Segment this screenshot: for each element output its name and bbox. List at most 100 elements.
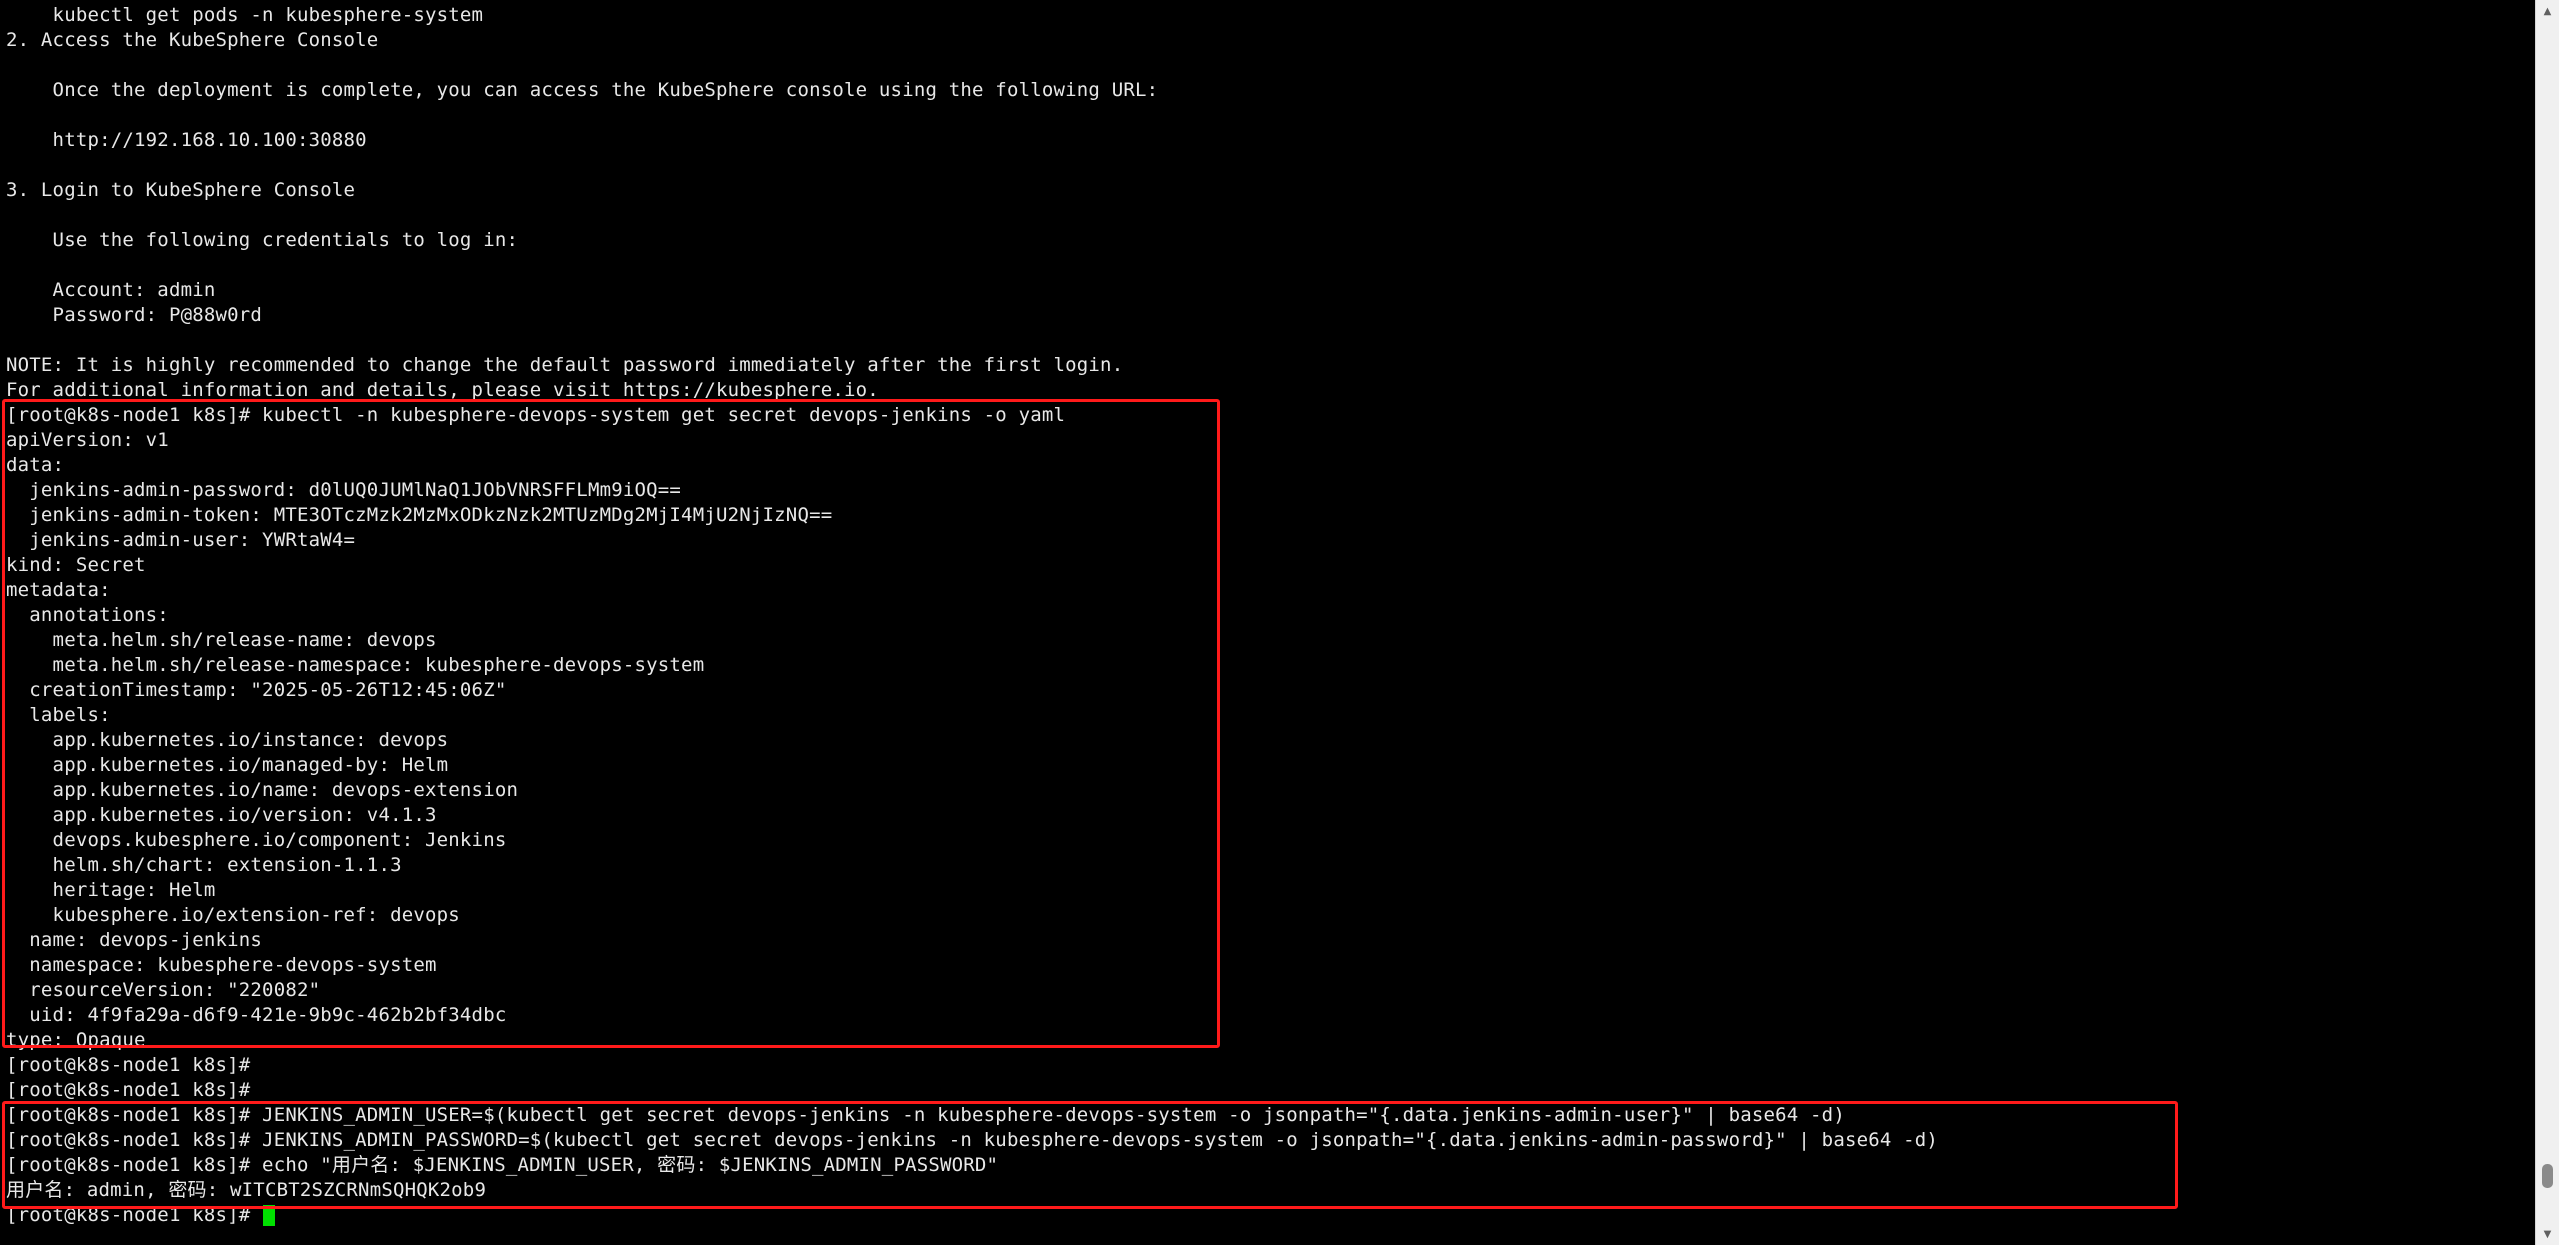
terminal-line: app.kubernetes.io/version: v4.1.3 (6, 803, 1938, 828)
terminal-line-text: jenkins-admin-token: MTE3OTczMzk2MzMxODk… (6, 504, 833, 526)
terminal-line: [root@k8s-node1 k8s]# JENKINS_ADMIN_PASS… (6, 1128, 1938, 1153)
terminal-line-text: kubectl get pods -n kubesphere-system (6, 4, 484, 26)
terminal-line: jenkins-admin-token: MTE3OTczMzk2MzMxODk… (6, 503, 1938, 528)
terminal-line-text: creationTimestamp: "2025-05-26T12:45:06Z… (6, 679, 507, 701)
terminal-line: devops.kubesphere.io/component: Jenkins (6, 828, 1938, 853)
terminal-line-text: meta.helm.sh/release-namespace: kubesphe… (6, 654, 705, 676)
terminal-line: heritage: Helm (6, 878, 1938, 903)
terminal-line: creationTimestamp: "2025-05-26T12:45:06Z… (6, 678, 1938, 703)
terminal-line: metadata: (6, 578, 1938, 603)
terminal-line-text: resourceVersion: "220082" (6, 979, 321, 1001)
terminal-line-text: heritage: Helm (6, 879, 216, 901)
terminal-line-text: apiVersion: v1 (6, 429, 169, 451)
terminal-line: kubectl get pods -n kubesphere-system (6, 3, 1938, 28)
terminal-line: app.kubernetes.io/managed-by: Helm (6, 753, 1938, 778)
terminal-line-text: jenkins-admin-password: d0lUQ0JUMlNaQ1JO… (6, 479, 682, 501)
terminal-line: resourceVersion: "220082" (6, 978, 1938, 1003)
terminal-output: kubectl get pods -n kubesphere-system 2. … (6, 3, 1938, 1228)
terminal-line-text: kind: Secret (6, 554, 146, 576)
terminal-line-text: [root@k8s-node1 k8s]# JENKINS_ADMIN_PASS… (6, 1129, 1939, 1151)
terminal-line: [root@k8s-node1 k8s]# echo "用户名: $JENKIN… (6, 1153, 1938, 1178)
terminal-line: helm.sh/chart: extension-1.1.3 (6, 853, 1938, 878)
terminal-line-text: For additional information and details, … (6, 379, 879, 401)
terminal-line-text: metadata: (6, 579, 111, 601)
terminal-line-text: devops.kubesphere.io/component: Jenkins (6, 829, 507, 851)
terminal-line: kubesphere.io/extension-ref: devops (6, 903, 1938, 928)
terminal-line: jenkins-admin-user: YWRtaW4= (6, 528, 1938, 553)
terminal-line: annotations: (6, 603, 1938, 628)
terminal-line-text: labels: (6, 704, 111, 726)
terminal-line: 3. Login to KubeSphere Console (6, 178, 1938, 203)
terminal-line-text: Use the following credentials to log in: (6, 229, 519, 251)
terminal-line-text: [root@k8s-node1 k8s]# kubectl -n kubesph… (6, 404, 1066, 426)
terminal-line-text: http://192.168.10.100:30880 (6, 129, 367, 151)
terminal-line-text: namespace: kubesphere-devops-system (6, 954, 437, 976)
terminal-window[interactable]: kubectl get pods -n kubesphere-system 2. … (0, 0, 2535, 1245)
text-cursor (263, 1205, 276, 1226)
terminal-line-text: kubesphere.io/extension-ref: devops (6, 904, 460, 926)
terminal-line-text: Password: P@88w0rd (6, 304, 263, 326)
terminal-line: kind: Secret (6, 553, 1938, 578)
terminal-line: 用户名: admin, 密码: wITCBT2SZCRNmSQHQK2ob9 (6, 1178, 1938, 1203)
terminal-line: type: Opaque (6, 1028, 1938, 1053)
terminal-line: Account: admin (6, 278, 1938, 303)
terminal-line: name: devops-jenkins (6, 928, 1938, 953)
terminal-line: [root@k8s-node1 k8s]# (6, 1203, 1938, 1228)
terminal-line: app.kubernetes.io/name: devops-extension (6, 778, 1938, 803)
terminal-line-text: app.kubernetes.io/name: devops-extension (6, 779, 519, 801)
terminal-line-text: app.kubernetes.io/managed-by: Helm (6, 754, 449, 776)
terminal-line-text: 2. Access the KubeSphere Console (6, 29, 379, 51)
terminal-line: data: (6, 453, 1938, 478)
terminal-line: [root@k8s-node1 k8s]# JENKINS_ADMIN_USER… (6, 1103, 1938, 1128)
terminal-line-text: [root@k8s-node1 k8s]# JENKINS_ADMIN_USER… (6, 1104, 1845, 1126)
terminal-line-text: data: (6, 454, 65, 476)
terminal-line: [root@k8s-node1 k8s]# (6, 1078, 1938, 1103)
terminal-line: uid: 4f9fa29a-d6f9-421e-9b9c-462b2bf34db… (6, 1003, 1938, 1028)
terminal-line-text: type: Opaque (6, 1029, 146, 1051)
scrollbar-track[interactable] (2536, 22, 2559, 1223)
scroll-up-arrow-icon[interactable]: ▲ (2536, 0, 2559, 22)
scroll-down-arrow-icon[interactable]: ▼ (2536, 1223, 2559, 1245)
terminal-line-text: [root@k8s-node1 k8s]# (6, 1204, 263, 1226)
terminal-line-text: name: devops-jenkins (6, 929, 263, 951)
terminal-line: namespace: kubesphere-devops-system (6, 953, 1938, 978)
terminal-line: For additional information and details, … (6, 378, 1938, 403)
terminal-line-text: helm.sh/chart: extension-1.1.3 (6, 854, 402, 876)
terminal-line-text: Once the deployment is complete, you can… (6, 79, 1159, 101)
terminal-line-text: app.kubernetes.io/version: v4.1.3 (6, 804, 437, 826)
terminal-line: 2. Access the KubeSphere Console (6, 28, 1938, 53)
terminal-line: jenkins-admin-password: d0lUQ0JUMlNaQ1JO… (6, 478, 1938, 503)
terminal-line-text: jenkins-admin-user: YWRtaW4= (6, 529, 356, 551)
terminal-line: [root@k8s-node1 k8s]# (6, 1053, 1938, 1078)
terminal-line-text: uid: 4f9fa29a-d6f9-421e-9b9c-462b2bf34db… (6, 1004, 507, 1026)
terminal-line-text: Account: admin (6, 279, 216, 301)
terminal-line: meta.helm.sh/release-namespace: kubesphe… (6, 653, 1938, 678)
terminal-line-text: [root@k8s-node1 k8s]# (6, 1054, 251, 1076)
terminal-line: Once the deployment is complete, you can… (6, 78, 1938, 103)
terminal-line: Use the following credentials to log in: (6, 228, 1938, 253)
vertical-scrollbar[interactable]: ▲ ▼ (2535, 0, 2559, 1245)
terminal-line-text: annotations: (6, 604, 169, 626)
terminal-line: meta.helm.sh/release-name: devops (6, 628, 1938, 653)
terminal-line-text: NOTE: It is highly recommended to change… (6, 354, 1124, 376)
terminal-line: NOTE: It is highly recommended to change… (6, 353, 1938, 378)
terminal-line-text: meta.helm.sh/release-name: devops (6, 629, 437, 651)
scrollbar-thumb[interactable] (2542, 1163, 2553, 1188)
terminal-line: app.kubernetes.io/instance: devops (6, 728, 1938, 753)
terminal-line: [root@k8s-node1 k8s]# kubectl -n kubesph… (6, 403, 1938, 428)
terminal-line: Password: P@88w0rd (6, 303, 1938, 328)
terminal-line-text: app.kubernetes.io/instance: devops (6, 729, 449, 751)
terminal-line: labels: (6, 703, 1938, 728)
terminal-line-text: 3. Login to KubeSphere Console (6, 179, 356, 201)
terminal-line-text: [root@k8s-node1 k8s]# echo "用户名: $JENKIN… (6, 1154, 999, 1176)
terminal-line: apiVersion: v1 (6, 428, 1938, 453)
terminal-line-text: [root@k8s-node1 k8s]# (6, 1079, 251, 1101)
terminal-line: http://192.168.10.100:30880 (6, 128, 1938, 153)
terminal-line-text: 用户名: admin, 密码: wITCBT2SZCRNmSQHQK2ob9 (6, 1179, 487, 1201)
